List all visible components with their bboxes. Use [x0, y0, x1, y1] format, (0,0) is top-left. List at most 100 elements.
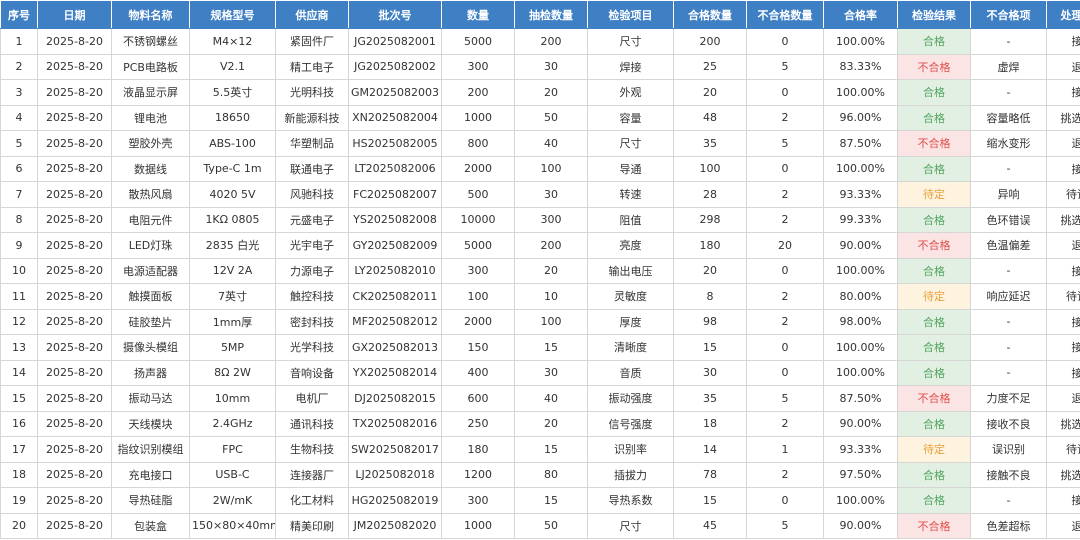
cell-material-name[interactable]: 不锈钢螺丝 — [111, 28, 190, 55]
cell-pass-rate[interactable]: 80.00% — [823, 283, 898, 310]
cell-spec-model[interactable]: ABS-100 — [189, 130, 276, 157]
cell-quantity[interactable]: 500 — [441, 181, 515, 208]
cell-supplier[interactable]: 光学科技 — [275, 334, 349, 361]
cell-sample-qty[interactable]: 100 — [514, 155, 588, 182]
cell-defect[interactable]: 色温偏差 — [970, 232, 1047, 259]
cell-spec-model[interactable]: 2835 白光 — [189, 232, 276, 259]
col-header-pass-qty[interactable]: 合格数量 — [673, 0, 747, 29]
cell-batch-no[interactable]: GM2025082003 — [348, 79, 442, 106]
cell-quantity[interactable]: 300 — [441, 487, 515, 514]
cell-pass-qty[interactable]: 45 — [673, 512, 747, 539]
cell-spec-model[interactable]: 10mm — [189, 385, 276, 412]
cell-spec-model[interactable]: 5MP — [189, 334, 276, 361]
cell-material-name[interactable]: 扬声器 — [111, 359, 190, 386]
col-header-result[interactable]: 检验结果 — [897, 0, 971, 29]
cell-spec-model[interactable]: 12V 2A — [189, 257, 276, 284]
cell-result[interactable]: 合格 — [897, 487, 971, 514]
cell-pass-qty[interactable]: 20 — [673, 79, 747, 106]
cell-fail-qty[interactable]: 0 — [746, 359, 824, 386]
cell-disposition[interactable]: 接收 — [1046, 359, 1080, 386]
cell-index[interactable]: 4 — [0, 104, 38, 131]
col-header-material-name[interactable]: 物料名称 — [111, 0, 190, 29]
cell-fail-qty[interactable]: 5 — [746, 512, 824, 539]
cell-pass-rate[interactable]: 98.00% — [823, 308, 898, 335]
cell-quantity[interactable]: 200 — [441, 79, 515, 106]
cell-result[interactable]: 不合格 — [897, 130, 971, 157]
cell-spec-model[interactable]: Type-C 1m — [189, 155, 276, 182]
col-header-disposition[interactable]: 处理方式 — [1046, 0, 1080, 29]
cell-disposition[interactable]: 挑选使用 — [1046, 410, 1080, 437]
cell-quantity[interactable]: 2000 — [441, 155, 515, 182]
cell-spec-model[interactable]: 5.5英寸 — [189, 79, 276, 106]
cell-fail-qty[interactable]: 2 — [746, 181, 824, 208]
table-row[interactable]: 19 2025-8-20 导热硅脂 2W/mK 化工材料 HG2025082019 300 1… — [0, 487, 1080, 514]
cell-inspection-item[interactable]: 亮度 — [587, 232, 674, 259]
cell-date[interactable]: 2025-8-20 — [37, 410, 112, 437]
cell-inspection-item[interactable]: 插拔力 — [587, 461, 674, 488]
cell-index[interactable]: 6 — [0, 155, 38, 182]
cell-quantity[interactable]: 250 — [441, 410, 515, 437]
cell-result[interactable]: 合格 — [897, 28, 971, 55]
cell-disposition[interactable]: 退货 — [1046, 53, 1080, 80]
cell-date[interactable]: 2025-8-20 — [37, 334, 112, 361]
cell-material-name[interactable]: 散热风扇 — [111, 181, 190, 208]
table-row[interactable]: 6 2025-8-20 数据线 Type-C 1m 联通电子 LT2025082006 20… — [0, 155, 1080, 182]
cell-fail-qty[interactable]: 2 — [746, 461, 824, 488]
table-row[interactable]: 10 2025-8-20 电源适配器 12V 2A 力源电子 LY2025082010 30… — [0, 257, 1080, 284]
cell-fail-qty[interactable]: 0 — [746, 334, 824, 361]
cell-inspection-item[interactable]: 厚度 — [587, 308, 674, 335]
cell-disposition[interactable]: 接收 — [1046, 155, 1080, 182]
col-header-quantity[interactable]: 数量 — [441, 0, 515, 29]
cell-pass-rate[interactable]: 87.50% — [823, 130, 898, 157]
table-row[interactable]: 17 2025-8-20 指纹识别模组 FPC 生物科技 SW2025082017 180 1… — [0, 436, 1080, 463]
cell-disposition[interactable]: 挑选使用 — [1046, 206, 1080, 233]
cell-defect[interactable]: - — [970, 28, 1047, 55]
table-row[interactable]: 2 2025-8-20 PCB电路板 V2.1 精工电子 JG2025082002 300 3… — [0, 53, 1080, 80]
cell-index[interactable]: 8 — [0, 206, 38, 233]
cell-sample-qty[interactable]: 300 — [514, 206, 588, 233]
cell-quantity[interactable]: 180 — [441, 436, 515, 463]
col-header-defect[interactable]: 不合格项 — [970, 0, 1047, 29]
cell-spec-model[interactable]: 4020 5V — [189, 181, 276, 208]
cell-batch-no[interactable]: MF2025082012 — [348, 308, 442, 335]
cell-disposition[interactable]: 接收 — [1046, 334, 1080, 361]
cell-spec-model[interactable]: 8Ω 2W — [189, 359, 276, 386]
cell-batch-no[interactable]: SW2025082017 — [348, 436, 442, 463]
cell-result[interactable]: 待定 — [897, 436, 971, 463]
cell-date[interactable]: 2025-8-20 — [37, 181, 112, 208]
cell-batch-no[interactable]: HS2025082005 — [348, 130, 442, 157]
cell-quantity[interactable]: 100 — [441, 283, 515, 310]
cell-sample-qty[interactable]: 30 — [514, 181, 588, 208]
cell-fail-qty[interactable]: 2 — [746, 283, 824, 310]
cell-sample-qty[interactable]: 20 — [514, 257, 588, 284]
cell-quantity[interactable]: 1200 — [441, 461, 515, 488]
cell-quantity[interactable]: 800 — [441, 130, 515, 157]
cell-sample-qty[interactable]: 200 — [514, 28, 588, 55]
cell-disposition[interactable]: 接收 — [1046, 28, 1080, 55]
cell-inspection-item[interactable]: 尺寸 — [587, 28, 674, 55]
cell-inspection-item[interactable]: 导热系数 — [587, 487, 674, 514]
cell-sample-qty[interactable]: 20 — [514, 410, 588, 437]
cell-defect[interactable]: - — [970, 155, 1047, 182]
cell-sample-qty[interactable]: 20 — [514, 79, 588, 106]
cell-pass-qty[interactable]: 180 — [673, 232, 747, 259]
table-row[interactable]: 14 2025-8-20 扬声器 8Ω 2W 音响设备 YX2025082014 400 30… — [0, 359, 1080, 386]
cell-pass-rate[interactable]: 100.00% — [823, 79, 898, 106]
cell-fail-qty[interactable]: 0 — [746, 487, 824, 514]
cell-pass-qty[interactable]: 20 — [673, 257, 747, 284]
cell-pass-qty[interactable]: 35 — [673, 130, 747, 157]
table-row[interactable]: 18 2025-8-20 充电接口 USB-C 连接器厂 LJ2025082018 1200… — [0, 461, 1080, 488]
cell-quantity[interactable]: 300 — [441, 53, 515, 80]
cell-index[interactable]: 16 — [0, 410, 38, 437]
table-row[interactable]: 15 2025-8-20 振动马达 10mm 电机厂 DJ2025082015 600 40 振… — [0, 385, 1080, 412]
cell-result[interactable]: 合格 — [897, 308, 971, 335]
cell-batch-no[interactable]: GX2025082013 — [348, 334, 442, 361]
cell-result[interactable]: 合格 — [897, 79, 971, 106]
cell-pass-rate[interactable]: 93.33% — [823, 436, 898, 463]
cell-batch-no[interactable]: YX2025082014 — [348, 359, 442, 386]
cell-batch-no[interactable]: LJ2025082018 — [348, 461, 442, 488]
cell-material-name[interactable]: PCB电路板 — [111, 53, 190, 80]
cell-date[interactable]: 2025-8-20 — [37, 206, 112, 233]
cell-result[interactable]: 合格 — [897, 461, 971, 488]
cell-fail-qty[interactable]: 5 — [746, 385, 824, 412]
